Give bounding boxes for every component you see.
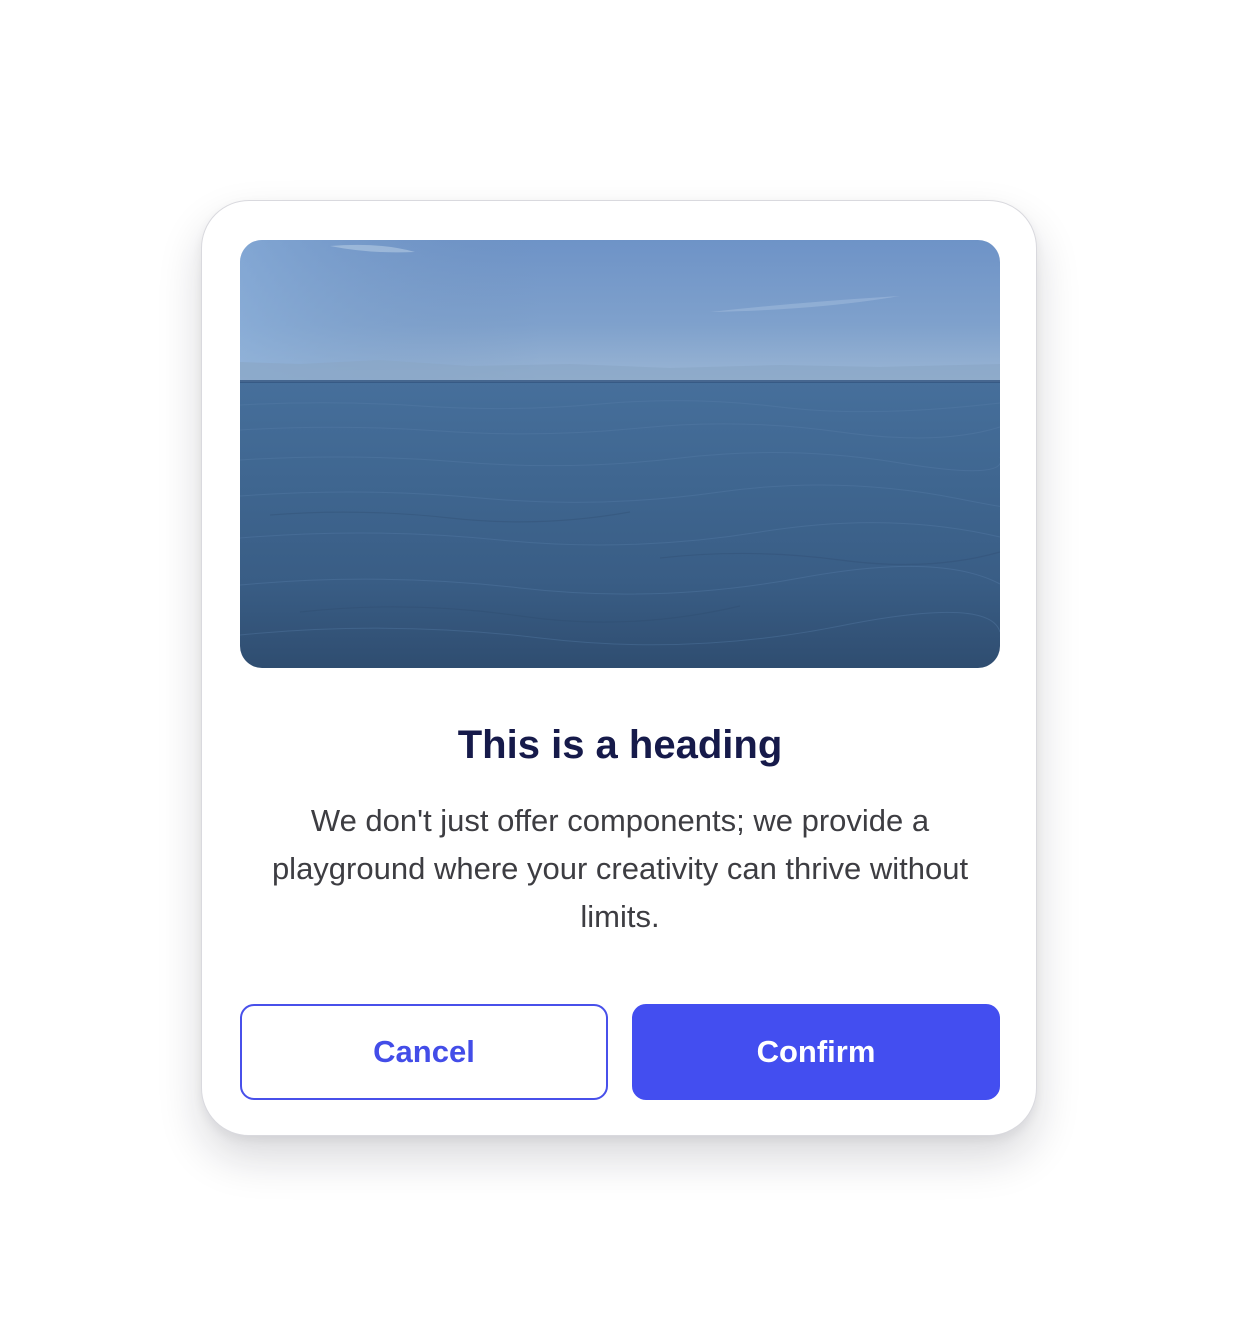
confirm-button[interactable]: Confirm	[632, 1004, 1000, 1100]
ocean-horizon-image	[240, 240, 1000, 668]
dialog-card: This is a heading We don't just offer co…	[201, 200, 1037, 1136]
cancel-button[interactable]: Cancel	[240, 1004, 608, 1100]
dialog-body-text: We don't just offer components; we provi…	[271, 803, 969, 934]
page-backdrop: This is a heading We don't just offer co…	[0, 0, 1240, 1340]
dialog-heading: This is a heading	[457, 723, 783, 767]
